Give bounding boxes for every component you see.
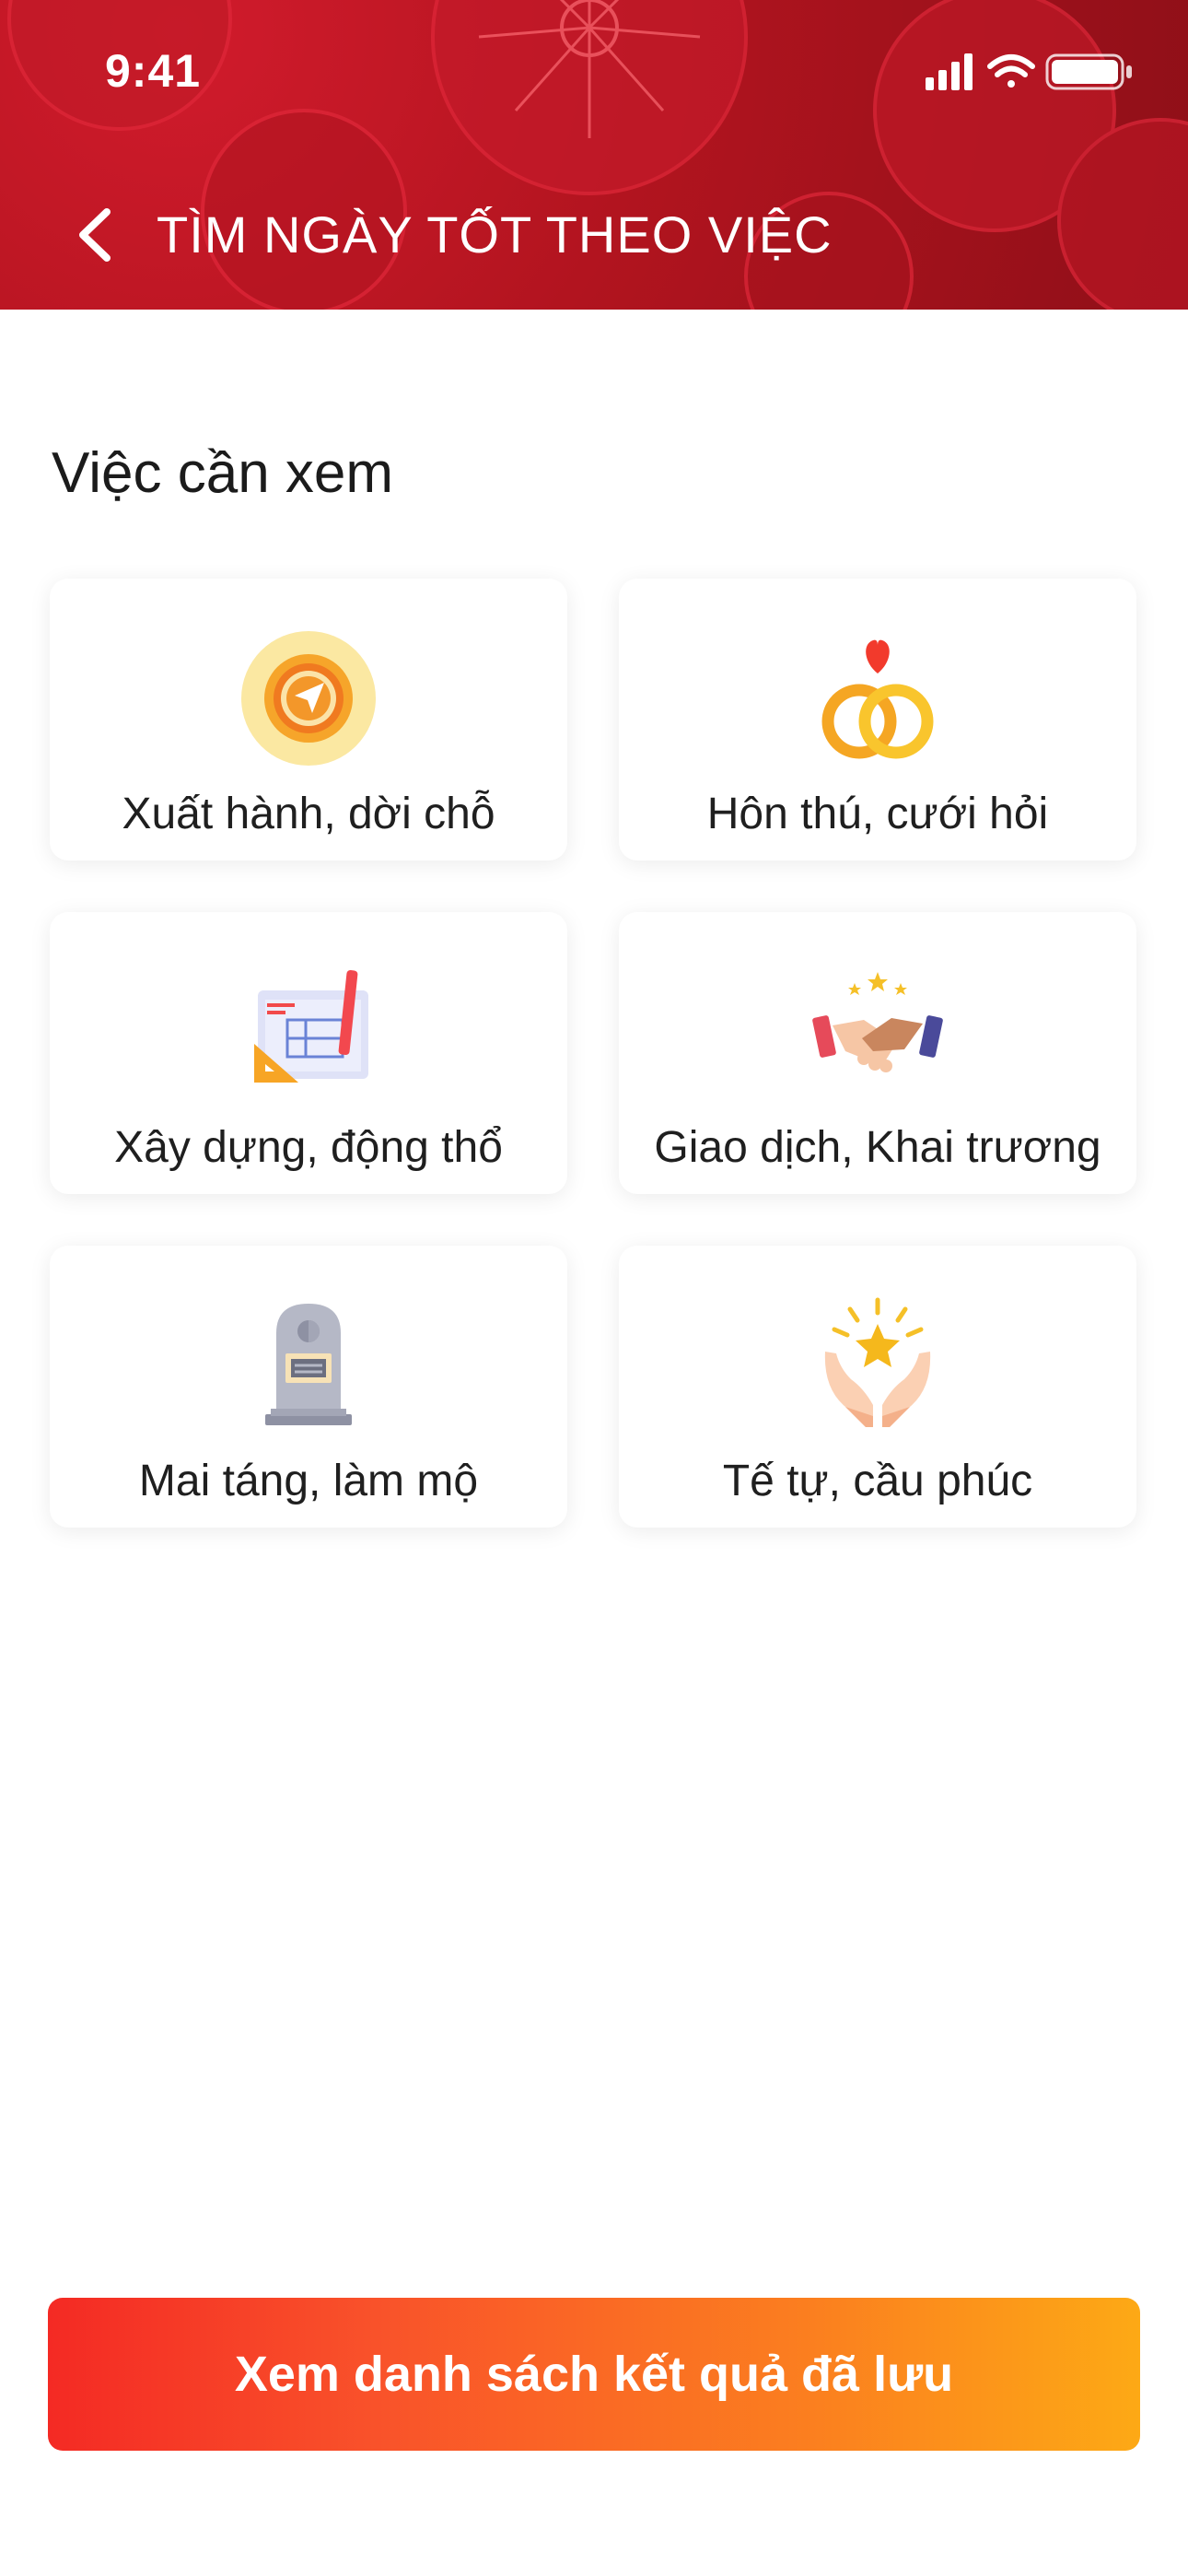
app-header: 9:41 TÌM NGÀY TỐT THEO VIỆC	[0, 0, 1188, 310]
prayer-hands-icon	[824, 1297, 931, 1427]
view-saved-results-button[interactable]: Xem danh sách kết quả đã lưu	[48, 2298, 1140, 2451]
compass-icon	[241, 631, 376, 766]
category-card-funeral[interactable]: Mai táng, làm mộ	[50, 1246, 567, 1528]
category-card-travel[interactable]: Xuất hành, dời chỗ	[50, 579, 567, 861]
category-card-business[interactable]: Giao dịch, Khai trương	[619, 912, 1136, 1194]
category-card-worship[interactable]: Tế tự, cầu phúc	[619, 1246, 1136, 1528]
category-label: Giao dịch, Khai trương	[654, 1123, 1101, 1172]
category-label: Hôn thú, cưới hỏi	[706, 790, 1049, 838]
status-time: 9:41	[105, 45, 202, 97]
category-label: Mai táng, làm mộ	[138, 1457, 479, 1505]
wifi-icon	[987, 54, 1035, 88]
page-title: TÌM NGÀY TỐT THEO VIỆC	[157, 205, 833, 263]
section-title: Việc cần xem	[52, 441, 394, 505]
category-label: Tế tự, cầu phúc	[722, 1457, 1033, 1505]
back-arrow-icon[interactable]	[53, 193, 136, 276]
blueprint-icon	[254, 970, 368, 1083]
category-label: Xây dựng, động thổ	[114, 1123, 503, 1172]
category-card-wedding[interactable]: Hôn thú, cưới hỏi	[619, 579, 1136, 861]
category-label: Xuất hành, dời chỗ	[122, 790, 495, 838]
status-icons	[926, 53, 1132, 90]
tombstone-icon	[265, 1304, 352, 1425]
category-card-construction[interactable]: Xây dựng, động thổ	[50, 912, 567, 1194]
battery-icon	[1045, 53, 1132, 90]
handshake-icon	[812, 972, 943, 1072]
wedding-rings-icon	[821, 639, 934, 759]
signal-icon	[926, 53, 973, 90]
